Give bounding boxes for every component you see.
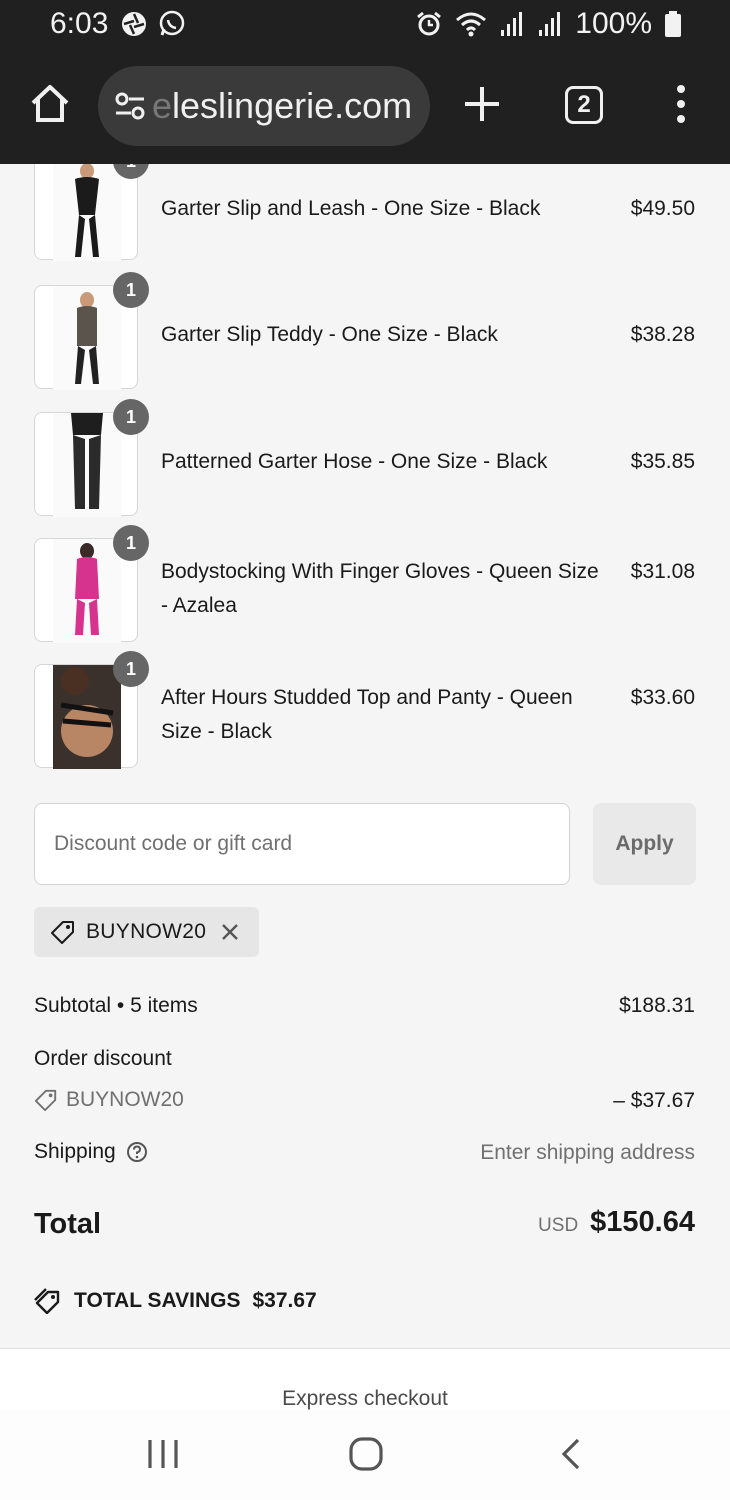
status-bar: 6:03 100% [0,0,730,52]
subtotal-label: Subtotal • 5 items [34,994,198,1017]
item-name: Garter Slip Teddy - One Size - Black [161,323,498,346]
total-value: $150.64 [590,1206,695,1238]
item-name: Garter Slip and Leash - One Size - Black [161,197,541,220]
total-label: Total [34,1208,102,1240]
order-discount-code-row: BUYNOW20 [34,1088,184,1112]
item-price: $35.85 [630,450,695,473]
shipping-value: Enter shipping address [480,1141,695,1164]
item-price: $33.60 [630,686,695,709]
home-icon[interactable] [28,82,72,126]
browser-toolbar: eleslingerie.com 2 [0,52,730,164]
status-time: 6:03 [50,7,109,40]
checkout-panel: Express checkout [0,1348,730,1410]
recent-apps-icon[interactable] [146,1436,180,1472]
total-savings-row: TOTAL SAVINGS $37.67 [34,1288,317,1314]
product-thumbnail[interactable]: 1 [34,399,149,517]
item-name: Bodystocking With Finger Gloves - Queen … [161,560,599,617]
address-bar[interactable]: eleslingerie.com [98,66,430,146]
subtotal-value: $188.31 [619,994,695,1017]
item-name: After Hours Studded Top and Panty - Quee… [161,686,573,743]
total-amount-wrap: USD $150.64 [538,1206,695,1239]
savings-value: $37.67 [252,1289,317,1312]
quantity-badge: 1 [113,399,149,435]
quantity-badge: 1 [113,525,149,561]
whatsapp-icon [159,10,185,36]
item-name: Patterned Garter Hose - One Size - Black [161,450,548,473]
back-icon[interactable] [556,1436,586,1472]
savings-tag-icon [34,1288,60,1314]
item-price: $49.50 [630,197,695,220]
total-currency: USD [538,1215,579,1236]
tab-switcher-button[interactable]: 2 [565,86,603,124]
apply-button[interactable]: Apply [593,803,696,885]
order-summary: 1 Garter Slip and Leash - One Size - Bla… [0,164,730,1348]
help-circle-icon[interactable] [126,1141,148,1163]
signal-icon [501,12,523,36]
battery-percent: 100% [575,7,652,40]
product-thumbnail[interactable]: 1 [34,651,149,769]
savings-label: TOTAL SAVINGS [74,1289,241,1312]
product-thumbnail[interactable]: 1 [34,164,149,261]
status-right-icons: 100% [415,7,682,41]
url-faded-text: e [152,85,173,126]
plus-icon[interactable] [462,84,502,124]
item-price: $31.08 [630,560,695,583]
tag-icon [51,921,74,944]
express-checkout-label: Express checkout [282,1387,448,1410]
product-thumbnail[interactable]: 1 [34,525,149,643]
signal-icon [539,12,561,36]
order-discount-label: Order discount [34,1047,172,1070]
alarm-icon [417,11,442,36]
url-domain: leslingerie.com [172,85,413,126]
shipping-label: Shipping [34,1140,116,1163]
order-discount-code: BUYNOW20 [66,1088,184,1111]
item-price: $38.28 [630,323,695,346]
wifi-icon [456,12,487,37]
home-nav-icon[interactable] [348,1436,384,1472]
applied-discount-chip: BUYNOW20 [34,907,259,957]
remove-code-close-icon[interactable] [220,922,240,942]
quantity-badge: 1 [113,272,149,308]
applied-code: BUYNOW20 [86,920,207,943]
order-discount-value: – $37.67 [613,1089,695,1112]
product-image [53,164,121,261]
site-settings-icon[interactable] [114,92,146,120]
product-thumbnail[interactable]: 1 [34,272,149,390]
status-left-icons [120,10,186,38]
shipping-row: Shipping [34,1140,148,1164]
tag-icon [34,1089,57,1112]
more-vert-icon[interactable] [670,82,692,126]
battery-icon [665,11,681,37]
url-text: eleslingerie.com [152,85,412,127]
system-navigation-bar [0,1410,730,1500]
aperture-icon [122,12,146,36]
quantity-badge: 1 [113,651,149,687]
discount-code-input[interactable]: Discount code or gift card [34,803,570,885]
